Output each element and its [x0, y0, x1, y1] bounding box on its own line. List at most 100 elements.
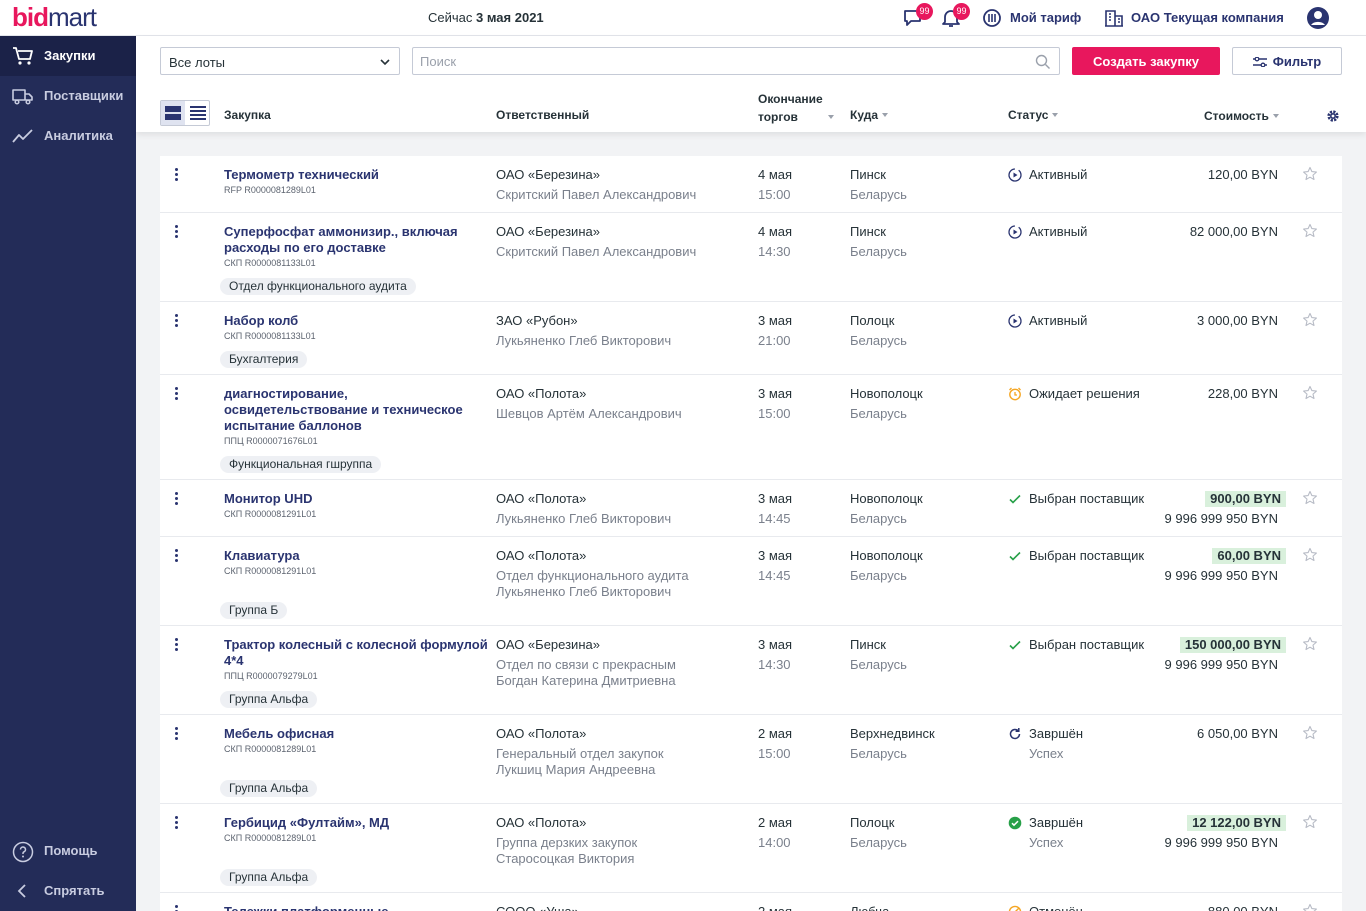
end-date-cell: 4 мая 14:30: [758, 224, 792, 260]
sidebar-item-purchases[interactable]: Закупки: [0, 36, 136, 76]
star-icon[interactable]: [1302, 814, 1318, 830]
star-icon[interactable]: [1302, 725, 1318, 741]
column-header-end-date[interactable]: Окончание торгов: [758, 90, 834, 126]
star-icon[interactable]: [1302, 547, 1318, 563]
table-row[interactable]: диагностирование, освидетельствование и …: [160, 375, 1342, 480]
cost-cell: 228,00 BYN: [1208, 386, 1278, 402]
purchase-title[interactable]: Набор колб СКП R0000081133L01: [224, 313, 488, 343]
column-header-status[interactable]: Статус: [1008, 108, 1059, 122]
bell-icon[interactable]: 99: [939, 3, 970, 30]
city: Пинск: [850, 224, 886, 239]
lots-select[interactable]: Все лоты: [160, 47, 400, 75]
table-row[interactable]: Клавиатура СКП R0000081291L01 Группа Б ОАО …: [160, 537, 1342, 626]
responsible-cell: ОАО «Полота» Шевцов Артём Александрович: [496, 386, 746, 422]
row-menu-icon[interactable]: [174, 492, 180, 506]
purchase-code: СКП R0000081291L01: [224, 566, 317, 576]
responsible-cell: ОАО «Полота» Генеральный отдел закупок Лук…: [496, 726, 746, 778]
table-row[interactable]: Тележки платформенные СООО «Уша» 2 мая Любч…: [160, 893, 1342, 911]
star-icon[interactable]: [1302, 490, 1318, 506]
status-label: Отменён: [1029, 904, 1083, 911]
organization-name: ОАО «Полота»: [496, 815, 587, 830]
end-date-cell: 3 мая 14:45: [758, 491, 792, 527]
status-label: Завршён: [1029, 726, 1084, 741]
star-icon[interactable]: [1302, 636, 1318, 652]
search-input[interactable]: [420, 54, 1020, 69]
purchase-title[interactable]: Термометр технический RFP R0000081289L01: [224, 167, 488, 197]
organization-name: ОАО «Полота»: [496, 491, 587, 506]
view-list-icon[interactable]: [186, 101, 210, 125]
sidebar-item-label: Спрятать: [44, 883, 105, 898]
row-menu-icon[interactable]: [174, 727, 180, 741]
filter-icon: [1252, 55, 1267, 67]
group-tag[interactable]: Группа Альфа: [220, 691, 318, 708]
end-date: 3 мая: [758, 313, 793, 328]
sidebar-item-help[interactable]: Помощь: [0, 831, 136, 871]
row-menu-icon[interactable]: [174, 225, 180, 239]
search-box: [412, 47, 1060, 75]
company-selector[interactable]: ОАО Текущая компания: [1131, 10, 1284, 25]
responsible-person: Шевцов Артём Александрович: [496, 406, 682, 421]
row-menu-icon[interactable]: [174, 905, 180, 911]
purchase-title[interactable]: диагностирование, освидетельствование и …: [224, 386, 488, 448]
sidebar-item-suppliers[interactable]: Поставщики: [0, 76, 136, 116]
group-tag[interactable]: Группа Б: [220, 602, 288, 619]
destination-cell: Пинск Беларусь: [850, 224, 907, 260]
destination-cell: Любча: [850, 904, 889, 911]
purchase-title[interactable]: Монитор UHD СКП R0000081291L01: [224, 491, 488, 521]
star-icon[interactable]: [1302, 312, 1318, 328]
purchase-title[interactable]: Мебель офисная СКП R0000081289L01: [224, 726, 488, 756]
destination-cell: Новополоцк Беларусь: [850, 491, 923, 527]
chat-icon[interactable]: 99: [902, 3, 933, 30]
column-header-purchase[interactable]: Закупка: [224, 108, 271, 122]
table-row[interactable]: Монитор UHD СКП R0000081291L01 ОАО «Полота…: [160, 480, 1342, 537]
user-icon[interactable]: [1306, 6, 1330, 30]
table-row[interactable]: Термометр технический RFP R0000081289L01 О…: [160, 156, 1342, 213]
table-row[interactable]: Трактор колесный с колесной формулой 4*4…: [160, 626, 1342, 715]
row-menu-icon[interactable]: [174, 638, 180, 652]
status-sublabel: Успех: [1029, 835, 1064, 850]
organization-name: ОАО «Полота»: [496, 548, 587, 563]
group-tag[interactable]: Отдел функционального аудита: [220, 278, 416, 295]
table-row[interactable]: Мебель офисная СКП R0000081289L01 Группа А…: [160, 715, 1342, 804]
star-icon[interactable]: [1302, 903, 1318, 911]
column-header-responsible[interactable]: Ответственный: [496, 108, 589, 122]
sidebar-item-analytics[interactable]: Аналитика: [0, 116, 136, 156]
purchase-title[interactable]: Трактор колесный с колесной формулой 4*4…: [224, 637, 488, 683]
row-menu-icon[interactable]: [174, 549, 180, 563]
row-menu-icon[interactable]: [174, 168, 180, 182]
gear-icon[interactable]: [1326, 109, 1340, 123]
column-header-where[interactable]: Куда: [850, 108, 888, 122]
group-tag[interactable]: Функциональная гшруппа: [220, 456, 382, 473]
filter-label: Фильтр: [1272, 53, 1322, 69]
status-cell: Активный: [1008, 224, 1087, 240]
row-menu-icon[interactable]: [174, 314, 180, 328]
create-purchase-button[interactable]: Создать закупку: [1072, 47, 1220, 75]
purchase-title[interactable]: Клавиатура СКП R0000081291L01: [224, 548, 488, 578]
star-icon[interactable]: [1302, 385, 1318, 401]
sidebar-item-label: Закупки: [44, 48, 96, 63]
table-row[interactable]: Набор колб СКП R0000081133L01 Бухгалтерия З…: [160, 302, 1342, 375]
sidebar-hide-button[interactable]: Спрятать: [0, 871, 136, 911]
star-icon[interactable]: [1302, 223, 1318, 239]
filter-button[interactable]: Фильтр: [1232, 47, 1342, 75]
responsible-person: Отдел функционального аудита: [496, 568, 689, 583]
search-icon[interactable]: [1035, 54, 1051, 70]
bidmart-logo[interactable]: bidmart: [12, 2, 97, 33]
column-header-cost[interactable]: Стоимость: [1204, 109, 1279, 123]
building-icon: [1104, 6, 1128, 30]
end-time: 14:00: [758, 835, 791, 850]
group-tag[interactable]: Группа Альфа: [220, 869, 318, 886]
view-cards-icon[interactable]: [161, 101, 185, 125]
table-row[interactable]: Суперфосфат аммонизир., включая расходы …: [160, 213, 1342, 302]
purchase-title[interactable]: Суперфосфат аммонизир., включая расходы …: [224, 224, 488, 270]
purchase-title[interactable]: Тележки платформенные: [224, 904, 488, 911]
row-menu-icon[interactable]: [174, 816, 180, 830]
table-row[interactable]: Гербицид «Фултайм», МД СКП R0000081289L01…: [160, 804, 1342, 893]
row-menu-icon[interactable]: [174, 387, 180, 401]
group-tag[interactable]: Бухгалтерия: [220, 351, 308, 368]
star-icon[interactable]: [1302, 166, 1318, 182]
cost-total: 9 996 999 950 BYN: [1164, 511, 1278, 526]
purchase-title[interactable]: Гербицид «Фултайм», МД СКП R0000081289L01: [224, 815, 488, 845]
group-tag[interactable]: Группа Альфа: [220, 780, 318, 797]
tariff-link[interactable]: Мой тариф: [1010, 10, 1081, 25]
